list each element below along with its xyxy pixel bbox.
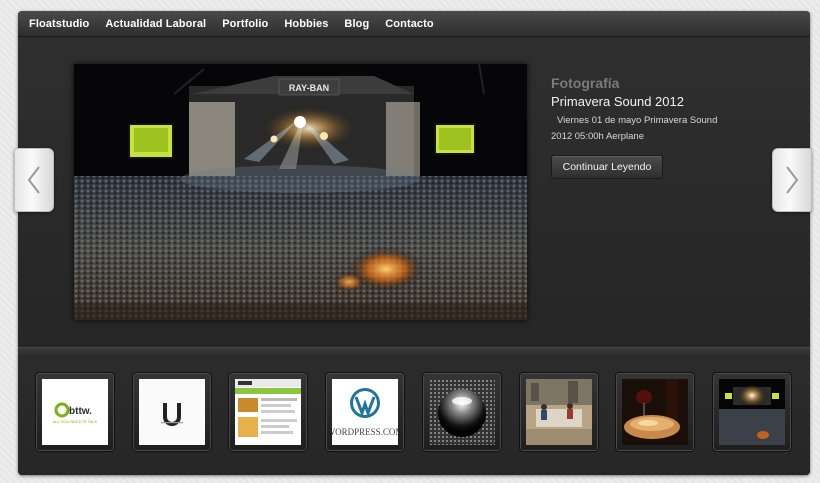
continue-reading-button[interactable]: Continuar Leyendo — [551, 155, 663, 179]
nav-item-contacto[interactable]: Contacto — [385, 18, 433, 30]
top-nav: Floatstudio Actualidad Laboral Portfolio… — [18, 11, 810, 37]
slider-frame: Floatstudio Actualidad Laboral Portfolio… — [18, 11, 810, 475]
nav-item-actualidad-laboral[interactable]: Actualidad Laboral — [105, 18, 206, 30]
nav-item-hobbies[interactable]: Hobbies — [284, 18, 328, 30]
thumbnail-strip: bttw. ALL YOU NEED IS TALK ORDPRESS.CO — [18, 347, 810, 475]
street-scene-image — [526, 379, 592, 445]
thumbnail-u-logo[interactable] — [132, 372, 212, 452]
svg-text:WORDPRESS.COM: WORDPRESS.COM — [332, 427, 398, 437]
thumbnail-metal-sphere[interactable] — [422, 372, 502, 452]
slide-description: Viernes 01 de mayo Primavera Sound 2012 … — [551, 115, 718, 142]
nav-item-portfolio[interactable]: Portfolio — [222, 18, 268, 30]
concert-photo-image: RAY-BAN — [74, 64, 527, 320]
chevron-left-icon — [27, 166, 40, 194]
chevron-right-icon — [786, 166, 799, 194]
thumbnail-concert[interactable] — [712, 372, 792, 452]
u-logo-image — [139, 379, 205, 445]
nav-item-blog[interactable]: Blog — [344, 18, 369, 30]
thumbnail-street-scene[interactable] — [519, 372, 599, 452]
featured-slider: RAY-BAN Fotografía Primavera Sound 2012 … — [18, 38, 810, 347]
thumbnail-wordpress[interactable]: WORDPRESS.COM — [325, 372, 405, 452]
slide-title[interactable]: Primavera Sound 2012 — [551, 94, 684, 109]
featured-photo[interactable]: RAY-BAN — [74, 64, 527, 320]
metal-sphere-image — [429, 379, 495, 445]
svg-text:ALL YOU NEED IS TALK: ALL YOU NEED IS TALK — [53, 419, 98, 424]
thumbnail-bttw[interactable]: bttw. ALL YOU NEED IS TALK — [35, 372, 115, 452]
wordpress-logo-image: WORDPRESS.COM — [332, 379, 398, 445]
nav-item-floatstudio[interactable]: Floatstudio — [29, 18, 89, 30]
slide-category: Fotografía — [551, 75, 620, 91]
thumbnail-wine-bread[interactable] — [615, 372, 695, 452]
bttw-logo-image: bttw. ALL YOU NEED IS TALK — [42, 379, 108, 445]
svg-text:RAY-BAN: RAY-BAN — [289, 83, 329, 93]
next-slide-button[interactable] — [772, 148, 812, 212]
wine-bread-image — [622, 379, 688, 445]
previous-slide-button[interactable] — [14, 148, 54, 212]
website-screenshot-image — [235, 379, 301, 445]
thumbnail-website[interactable] — [228, 372, 308, 452]
svg-text:bttw.: bttw. — [69, 406, 92, 417]
concert-thumb-image — [719, 379, 785, 445]
